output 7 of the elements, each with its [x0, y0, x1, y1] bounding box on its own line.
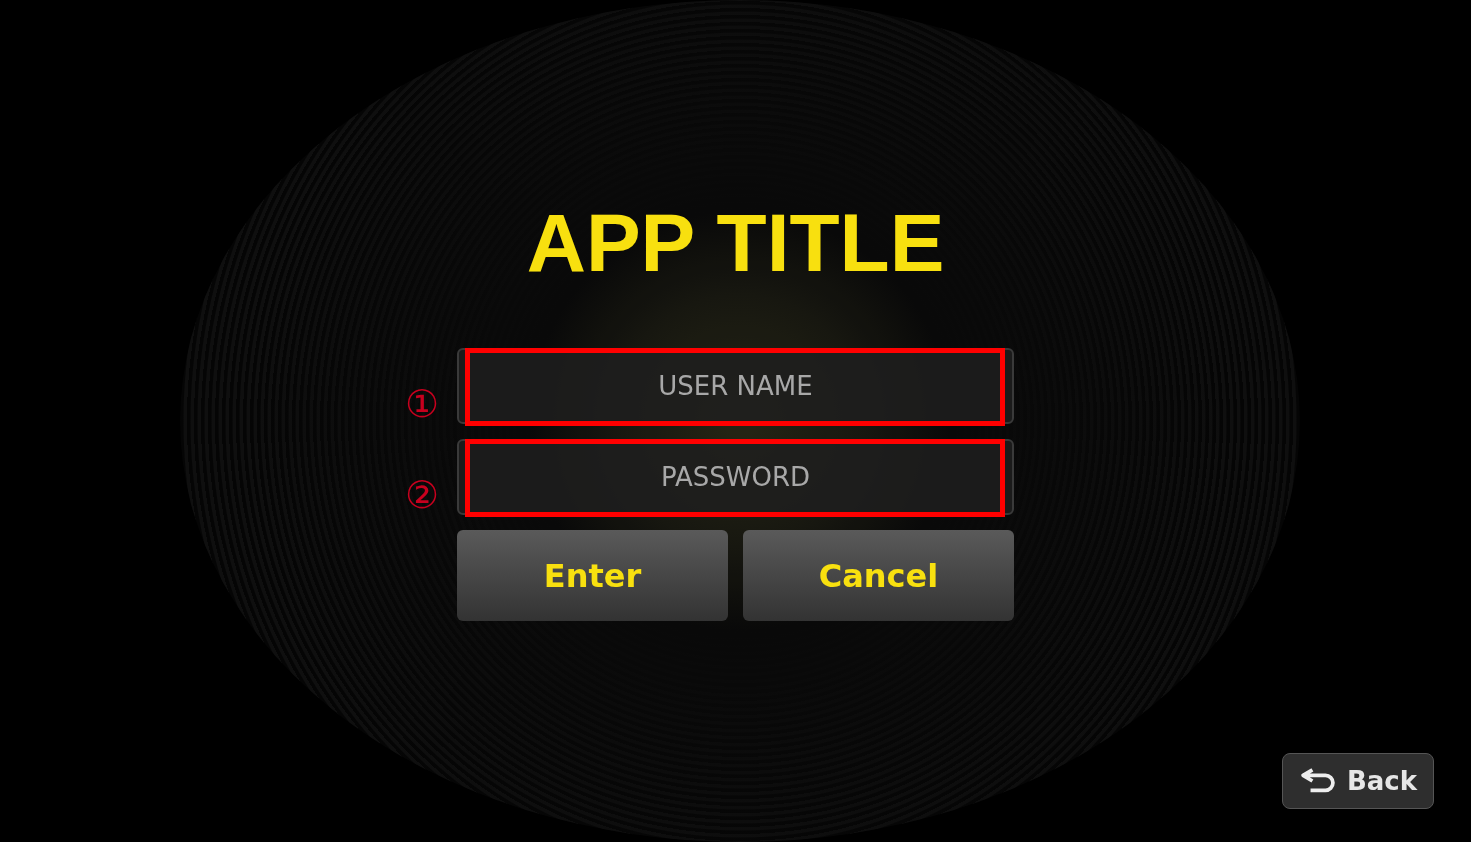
annotation-number: ② — [405, 475, 440, 515]
cancel-button[interactable]: Cancel — [743, 530, 1014, 621]
enter-button[interactable]: Enter — [457, 530, 728, 621]
annotation-number: ① — [405, 384, 440, 424]
app-title: APP TITLE — [526, 200, 945, 286]
back-button[interactable]: Back — [1281, 753, 1434, 809]
back-arrow-icon — [1298, 767, 1337, 795]
